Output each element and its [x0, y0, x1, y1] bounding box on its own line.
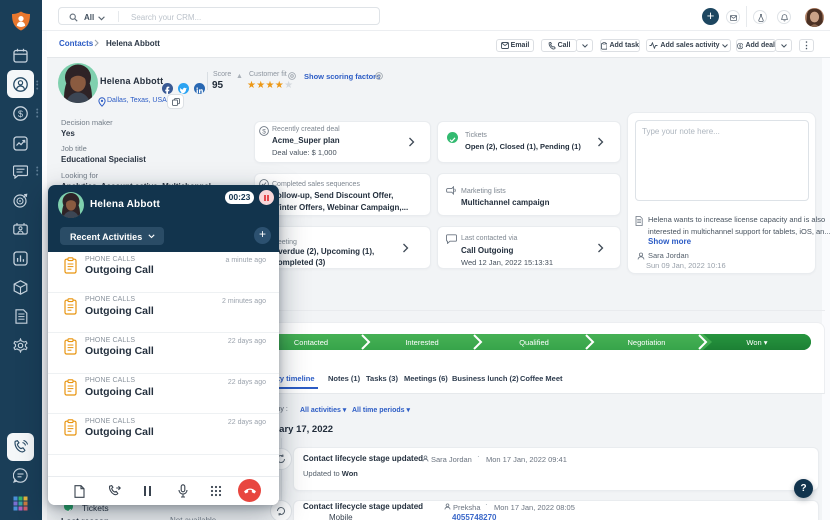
svg-text:$: $: [262, 128, 266, 135]
svg-text:$: $: [18, 109, 23, 119]
svg-text:$: $: [739, 43, 742, 48]
